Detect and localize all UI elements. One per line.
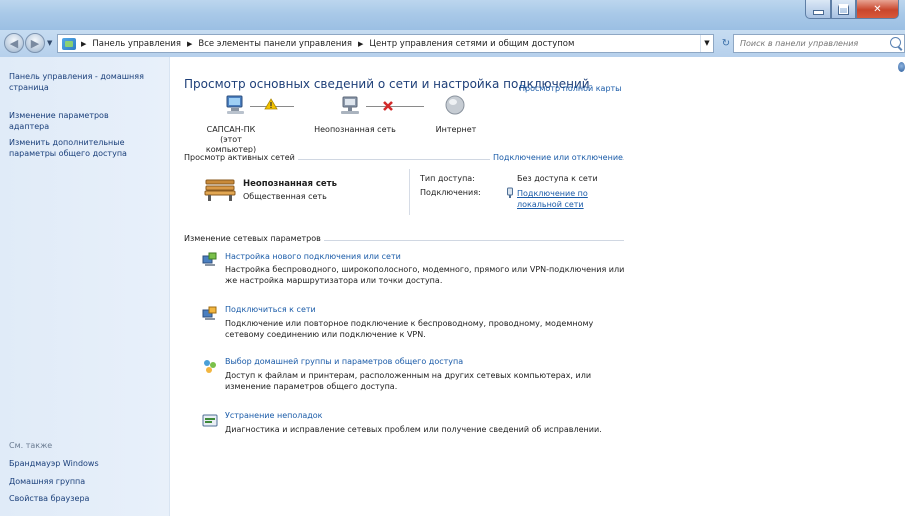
sidebar-item-homegroup[interactable]: Домашняя группа [9,476,159,487]
sidebar-item-internet-options[interactable]: Свойства браузера [9,493,159,504]
error-icon[interactable] [382,100,394,112]
active-networks-heading: Просмотр активных сетей [184,153,298,162]
search-input[interactable] [738,38,887,49]
globe-icon [445,95,465,115]
troubleshoot-icon[interactable] [202,413,218,429]
back-button[interactable]: ◀ [4,33,24,53]
breadcrumb-network-center[interactable]: Центр управления сетями и общим доступом [369,39,574,49]
maximize-icon [838,3,849,15]
task-connect-network-link[interactable]: Подключиться к сети [225,305,316,314]
task-troubleshoot-link[interactable]: Устранение неполадок [225,411,323,420]
connect-to-network-icon[interactable] [202,306,218,322]
minimize-icon [812,9,824,15]
forward-button[interactable]: ▶ [25,33,45,53]
see-also-heading: См. также [9,441,53,450]
local-area-connection-link[interactable]: Подключение по локальной сети [517,188,617,210]
network-center-window: ✕ ◀ ▶ ▼ ▶ Панель управления ▶ Все элемен… [0,0,905,516]
breadcrumb-all-items[interactable]: Все элементы панели управления [198,39,352,49]
breadcrumb-control-panel[interactable]: Панель управления [92,39,181,49]
computer-subtitle: (этот компьютер) [205,135,257,154]
forward-arrow-icon: ▶ [30,36,40,50]
connect-disconnect-link[interactable]: Подключение или отключение [490,153,623,162]
breadcrumb-separator-icon[interactable]: ▶ [358,40,363,48]
public-network-bench-icon [204,179,236,201]
change-settings-heading: Изменение сетевых параметров [184,234,324,243]
task-troubleshoot-desc: Диагностика и исправление сетевых пробле… [225,425,602,434]
task-connect-network-desc: Подключение или повторное подключение к … [225,319,594,339]
ethernet-icon [507,187,513,198]
sidebar-item-advanced-sharing[interactable]: Изменить дополнительные параметры общего… [9,137,159,159]
access-type-value: Без доступа к сети [517,174,598,183]
sidebar-item-firewall[interactable]: Брандмауэр Windows [9,458,159,469]
address-dropdown-icon[interactable]: ▼ [700,35,713,52]
recent-pages-dropdown[interactable]: ▼ [47,39,52,47]
left-pane: Панель управления - домашняя страница Из… [0,57,170,516]
connection-line [366,106,424,107]
close-button[interactable]: ✕ [856,0,899,19]
search-box[interactable] [733,34,905,53]
access-type-label: Тип доступа: [420,174,475,183]
search-icon[interactable] [890,37,901,48]
active-network-name: Неопознанная сеть [243,179,337,189]
help-icon[interactable] [898,62,905,72]
homegroup-icon[interactable] [202,358,218,374]
network-name: Неопознанная сеть [314,125,396,134]
new-connection-icon[interactable] [202,252,218,268]
control-panel-icon [62,37,76,50]
computer-name: САПСАН-ПК [206,125,256,134]
window-controls: ✕ [805,0,899,19]
full-map-link[interactable]: Просмотр полной карты [519,84,622,93]
internet-label: Интернет [435,125,477,134]
warning-icon[interactable] [264,98,278,110]
minimize-button[interactable] [805,0,831,19]
network-icon [341,96,359,114]
task-homegroup-desc: Доступ к файлам и принтерам, расположенн… [225,371,592,391]
task-setup-connection-link[interactable]: Настройка нового подключения или сети [225,252,401,261]
connections-label: Подключения: [420,188,481,197]
title-bar: ✕ [0,0,905,30]
task-homegroup-link[interactable]: Выбор домашней группы и параметров общег… [225,357,463,366]
breadcrumb-separator-icon[interactable]: ▶ [81,40,86,48]
sidebar-item-control-panel-home[interactable]: Панель управления - домашняя страница [9,71,159,93]
maximize-button[interactable] [831,0,856,19]
refresh-icon: ↻ [721,38,731,49]
computer-icon [226,95,244,114]
back-arrow-icon: ◀ [9,36,19,50]
sidebar-item-adapter-settings[interactable]: Изменение параметров адаптера [9,110,129,132]
close-icon: ✕ [873,3,882,15]
network-type-link[interactable]: Общественная сеть [243,192,327,201]
breadcrumb-separator-icon[interactable]: ▶ [187,40,192,48]
navigation-bar: ◀ ▶ ▼ ▶ Панель управления ▶ Все элементы… [0,30,905,57]
address-bar[interactable]: ▶ Панель управления ▶ Все элементы панел… [57,34,714,53]
task-setup-connection-desc: Настройка беспроводного, широкополосного… [225,265,625,285]
vertical-divider [409,169,410,215]
main-content: Просмотр основных сведений о сети и наст… [170,57,905,516]
